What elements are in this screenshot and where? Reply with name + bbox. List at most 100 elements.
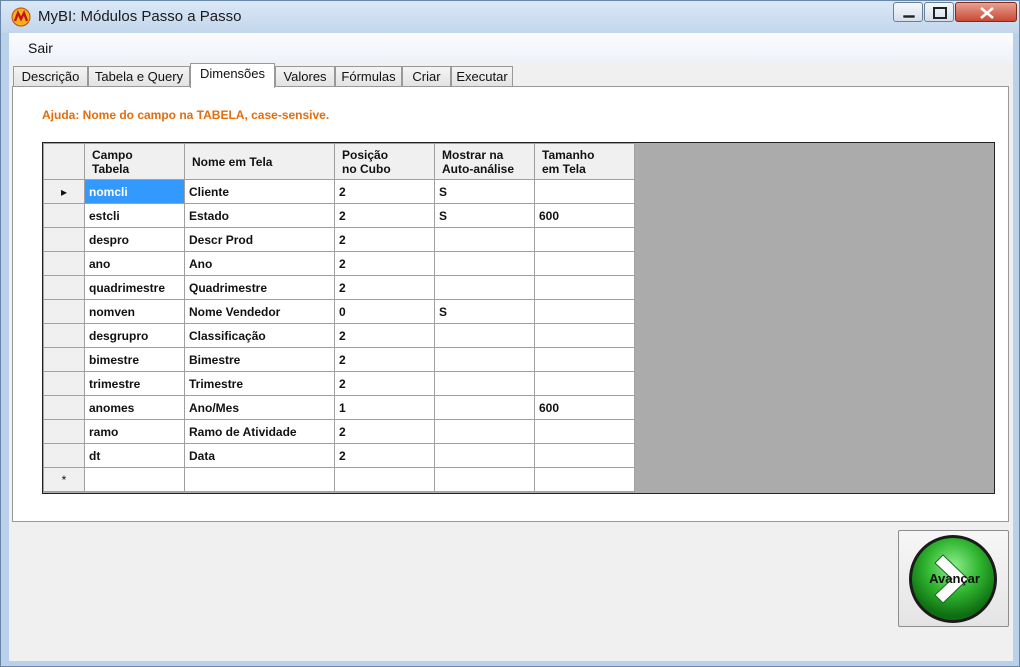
row-header[interactable] bbox=[43, 371, 85, 396]
close-button[interactable] bbox=[955, 2, 1017, 22]
column-header-nome-em-tela[interactable]: Nome em Tela bbox=[184, 143, 335, 180]
cell-posicao-no-cubo[interactable]: 2 bbox=[334, 203, 435, 228]
cell-mostrar-na-auto-analise[interactable] bbox=[434, 395, 535, 420]
row-header[interactable] bbox=[43, 275, 85, 300]
cell-campo-tabela[interactable]: estcli bbox=[84, 203, 185, 228]
cell-mostrar-na-auto-analise[interactable] bbox=[434, 371, 535, 396]
table-row[interactable]: bimestre Bimestre 2 bbox=[43, 347, 635, 372]
cell-nome-em-tela[interactable]: Trimestre bbox=[184, 371, 335, 396]
row-header[interactable] bbox=[43, 395, 85, 420]
cell-mostrar-na-auto-analise[interactable]: S bbox=[434, 299, 535, 324]
table-row[interactable]: ramo Ramo de Atividade 2 bbox=[43, 419, 635, 444]
row-header[interactable] bbox=[43, 299, 85, 324]
cell-nome-em-tela[interactable]: Ano bbox=[184, 251, 335, 276]
cell-mostrar-na-auto-analise[interactable] bbox=[434, 347, 535, 372]
cell-campo-tabela[interactable]: bimestre bbox=[84, 347, 185, 372]
cell-posicao-no-cubo[interactable]: 1 bbox=[334, 395, 435, 420]
cell-nome-em-tela[interactable]: Descr Prod bbox=[184, 227, 335, 252]
row-header[interactable] bbox=[43, 203, 85, 228]
table-row[interactable]: desgrupro Classificação 2 bbox=[43, 323, 635, 348]
table-row[interactable]: dt Data 2 bbox=[43, 443, 635, 468]
cell-nome-em-tela[interactable]: Ano/Mes bbox=[184, 395, 335, 420]
minimize-button[interactable] bbox=[893, 2, 923, 22]
row-header[interactable] bbox=[43, 347, 85, 372]
dimensions-grid[interactable]: Campo Tabela Nome em Tela Posição no Cubo … bbox=[42, 142, 995, 494]
cell-campo-tabela[interactable]: quadrimestre bbox=[84, 275, 185, 300]
cell-tamanho-em-tela[interactable] bbox=[534, 443, 635, 468]
table-row[interactable]: anomes Ano/Mes 1 600 bbox=[43, 395, 635, 420]
cell-tamanho-em-tela[interactable]: 600 bbox=[534, 203, 635, 228]
cell-mostrar-na-auto-analise[interactable] bbox=[434, 275, 535, 300]
cell-nome-em-tela[interactable]: Classificação bbox=[184, 323, 335, 348]
cell-campo-tabela[interactable]: nomcli bbox=[84, 179, 185, 204]
row-header[interactable]: ▸ bbox=[43, 179, 85, 204]
new-cell-tamanho-em-tela[interactable] bbox=[534, 467, 635, 492]
cell-posicao-no-cubo[interactable]: 2 bbox=[334, 419, 435, 444]
cell-posicao-no-cubo[interactable]: 2 bbox=[334, 443, 435, 468]
table-row[interactable]: estcli Estado 2 S 600 bbox=[43, 203, 635, 228]
cell-posicao-no-cubo[interactable]: 2 bbox=[334, 227, 435, 252]
cell-nome-em-tela[interactable]: Cliente bbox=[184, 179, 335, 204]
cell-campo-tabela[interactable]: desgrupro bbox=[84, 323, 185, 348]
new-cell-mostrar-na-auto-analise[interactable] bbox=[434, 467, 535, 492]
cell-posicao-no-cubo[interactable]: 2 bbox=[334, 251, 435, 276]
cell-campo-tabela[interactable]: dt bbox=[84, 443, 185, 468]
advance-button[interactable]: Avançar bbox=[898, 530, 1009, 627]
cell-campo-tabela[interactable]: nomven bbox=[84, 299, 185, 324]
tab-descricao[interactable]: Descrição bbox=[13, 66, 88, 87]
tab-dimensoes[interactable]: Dimensões bbox=[190, 63, 275, 88]
new-cell-nome-em-tela[interactable] bbox=[184, 467, 335, 492]
row-header[interactable] bbox=[43, 443, 85, 468]
cell-tamanho-em-tela[interactable] bbox=[534, 275, 635, 300]
cell-tamanho-em-tela[interactable] bbox=[534, 323, 635, 348]
menu-item-sair[interactable]: Sair bbox=[28, 40, 53, 56]
cell-nome-em-tela[interactable]: Estado bbox=[184, 203, 335, 228]
cell-campo-tabela[interactable]: trimestre bbox=[84, 371, 185, 396]
cell-posicao-no-cubo[interactable]: 2 bbox=[334, 275, 435, 300]
cell-tamanho-em-tela[interactable] bbox=[534, 227, 635, 252]
cell-campo-tabela[interactable]: anomes bbox=[84, 395, 185, 420]
cell-tamanho-em-tela[interactable] bbox=[534, 251, 635, 276]
cell-posicao-no-cubo[interactable]: 2 bbox=[334, 323, 435, 348]
column-header-campo-tabela[interactable]: Campo Tabela bbox=[84, 143, 185, 180]
cell-nome-em-tela[interactable]: Bimestre bbox=[184, 347, 335, 372]
tab-valores[interactable]: Valores bbox=[275, 66, 335, 87]
cell-nome-em-tela[interactable]: Quadrimestre bbox=[184, 275, 335, 300]
tab-formulas[interactable]: Fórmulas bbox=[335, 66, 402, 87]
cell-nome-em-tela[interactable]: Ramo de Atividade bbox=[184, 419, 335, 444]
cell-mostrar-na-auto-analise[interactable]: S bbox=[434, 179, 535, 204]
table-row[interactable]: ▸ nomcli Cliente 2 S bbox=[43, 179, 635, 204]
cell-tamanho-em-tela[interactable] bbox=[534, 299, 635, 324]
table-row[interactable]: ano Ano 2 bbox=[43, 251, 635, 276]
cell-mostrar-na-auto-analise[interactable] bbox=[434, 227, 535, 252]
table-row[interactable]: despro Descr Prod 2 bbox=[43, 227, 635, 252]
new-cell-campo-tabela[interactable] bbox=[84, 467, 185, 492]
cell-tamanho-em-tela[interactable] bbox=[534, 371, 635, 396]
column-header-posicao-no-cubo[interactable]: Posição no Cubo bbox=[334, 143, 435, 180]
cell-tamanho-em-tela[interactable]: 600 bbox=[534, 395, 635, 420]
tab-tabela-e-query[interactable]: Tabela e Query bbox=[88, 66, 190, 87]
table-row[interactable]: nomven Nome Vendedor 0 S bbox=[43, 299, 635, 324]
new-cell-posicao-no-cubo[interactable] bbox=[334, 467, 435, 492]
cell-mostrar-na-auto-analise[interactable] bbox=[434, 443, 535, 468]
cell-mostrar-na-auto-analise[interactable] bbox=[434, 251, 535, 276]
cell-nome-em-tela[interactable]: Nome Vendedor bbox=[184, 299, 335, 324]
cell-tamanho-em-tela[interactable] bbox=[534, 419, 635, 444]
row-header[interactable] bbox=[43, 419, 85, 444]
table-row[interactable]: trimestre Trimestre 2 bbox=[43, 371, 635, 396]
row-header[interactable] bbox=[43, 323, 85, 348]
column-header-mostrar-na-auto-analise[interactable]: Mostrar na Auto-análise bbox=[434, 143, 535, 180]
cell-mostrar-na-auto-analise[interactable]: S bbox=[434, 203, 535, 228]
cell-nome-em-tela[interactable]: Data bbox=[184, 443, 335, 468]
column-header-tamanho-em-tela[interactable]: Tamanho em Tela bbox=[534, 143, 635, 180]
cell-mostrar-na-auto-analise[interactable] bbox=[434, 323, 535, 348]
cell-posicao-no-cubo[interactable]: 0 bbox=[334, 299, 435, 324]
cell-campo-tabela[interactable]: ano bbox=[84, 251, 185, 276]
row-header[interactable] bbox=[43, 251, 85, 276]
cell-posicao-no-cubo[interactable]: 2 bbox=[334, 347, 435, 372]
tab-executar[interactable]: Executar bbox=[451, 66, 513, 87]
cell-tamanho-em-tela[interactable] bbox=[534, 179, 635, 204]
cell-mostrar-na-auto-analise[interactable] bbox=[434, 419, 535, 444]
cell-tamanho-em-tela[interactable] bbox=[534, 347, 635, 372]
tab-criar[interactable]: Criar bbox=[402, 66, 451, 87]
